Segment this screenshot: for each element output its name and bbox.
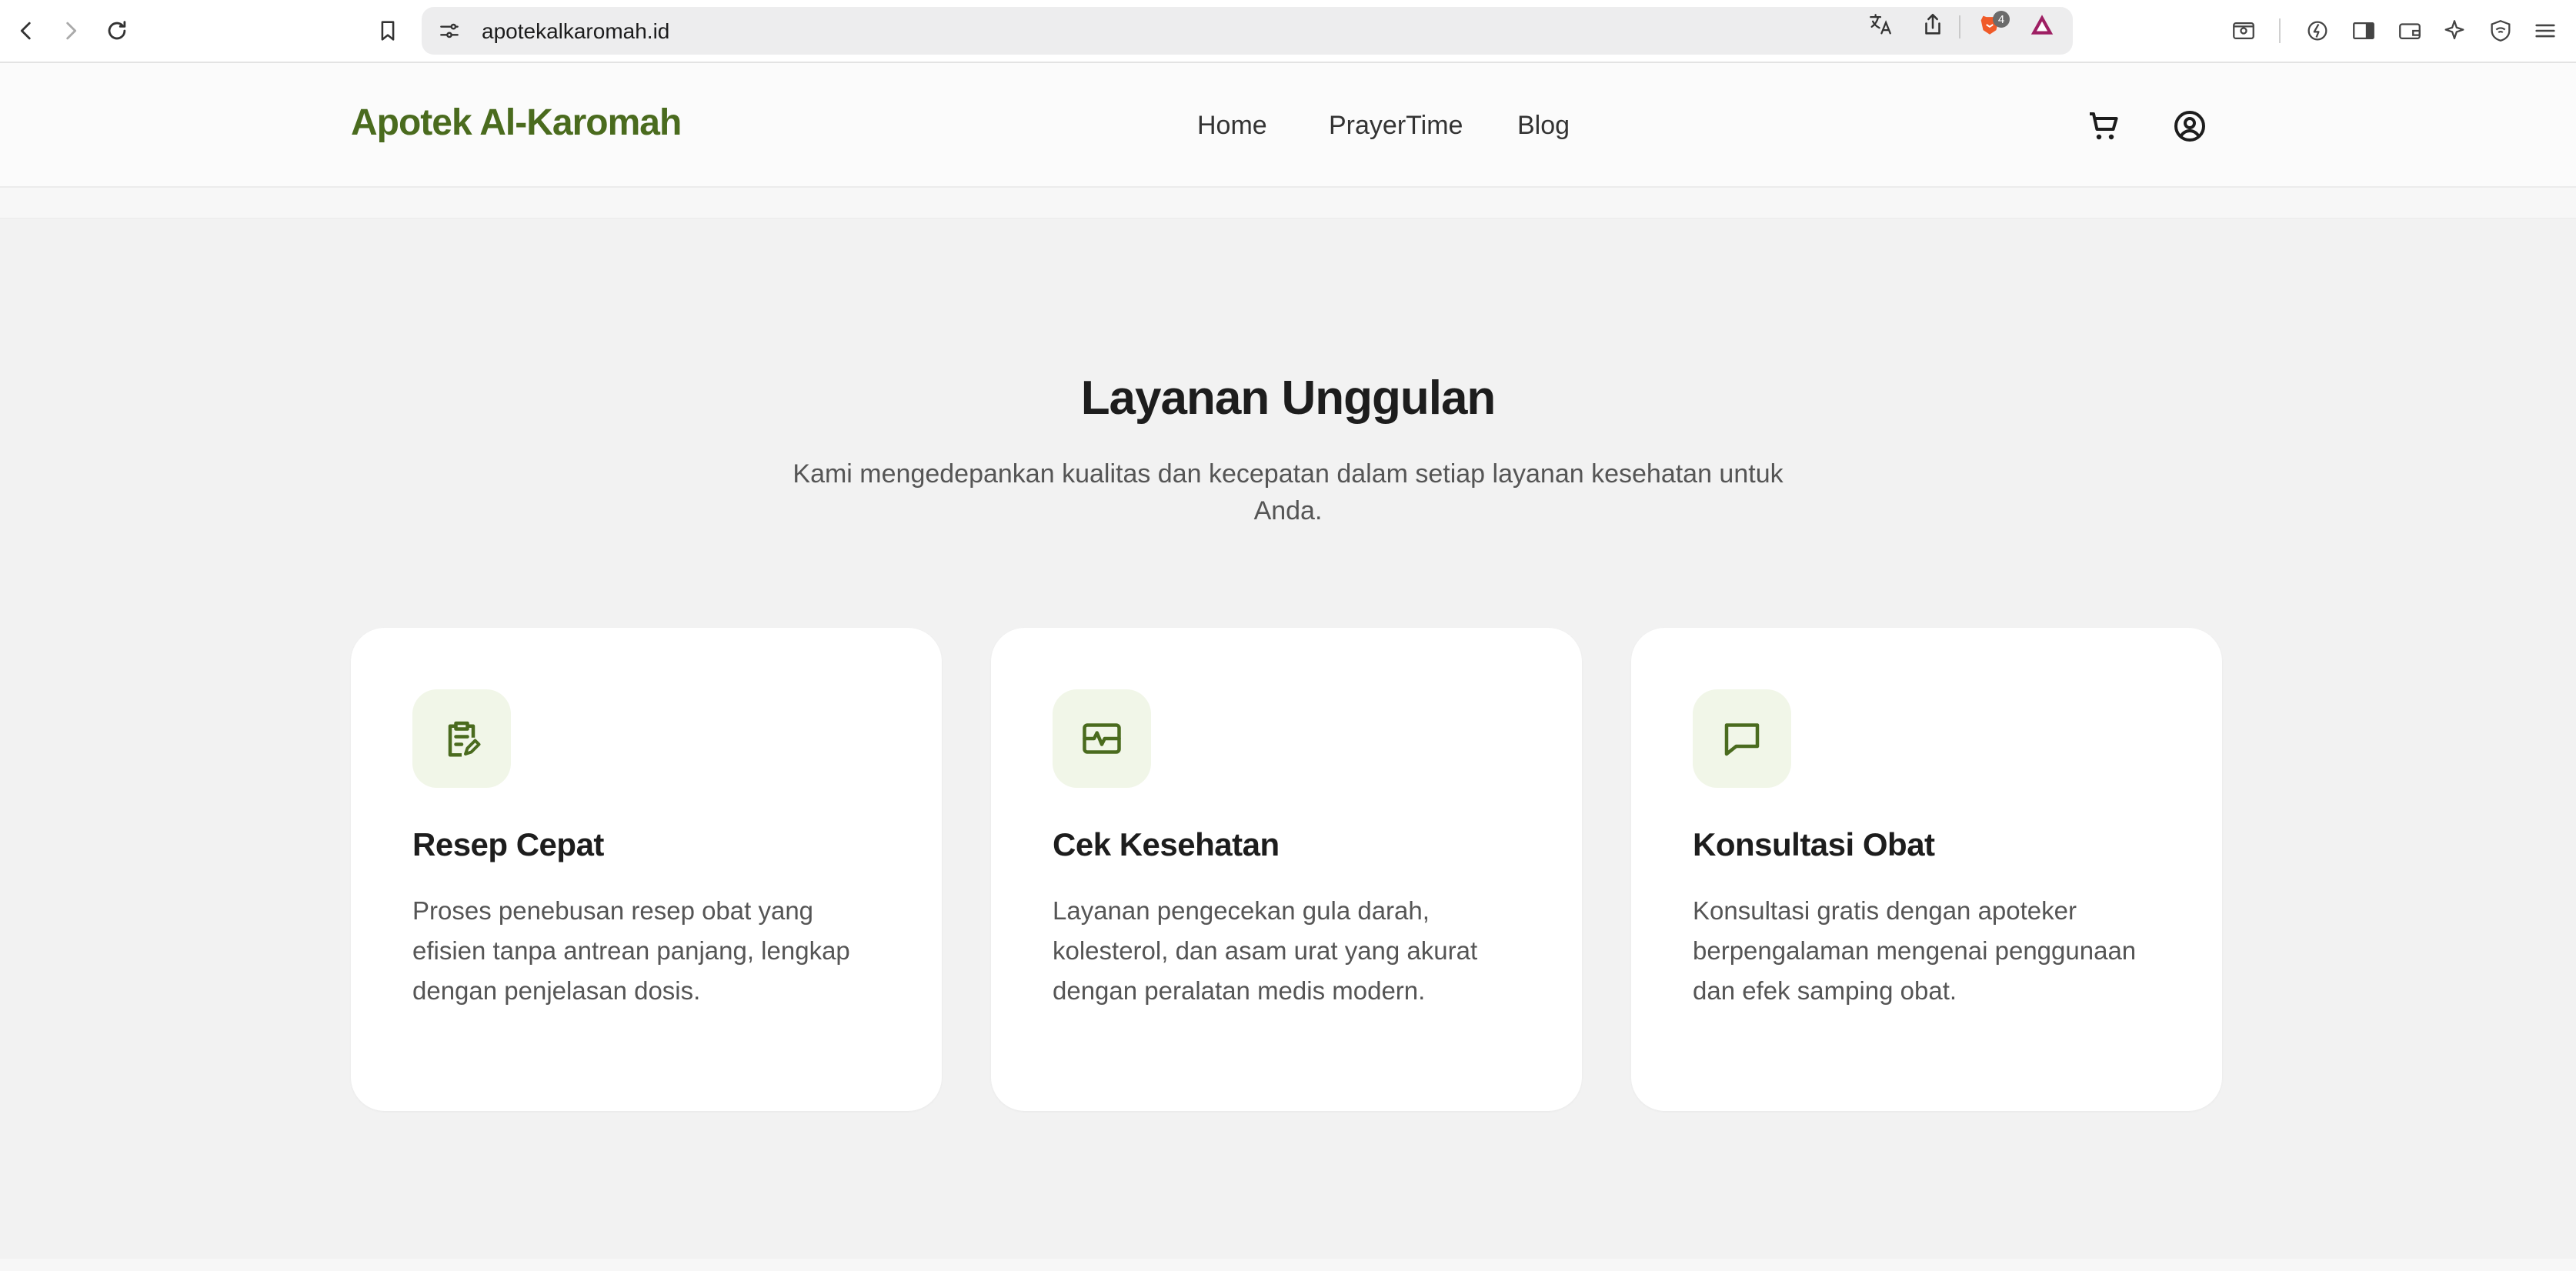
service-card-cek-kesehatan[interactable]: Cek Kesehatan Layanan pengecekan gula da… — [991, 628, 1582, 1111]
hamburger-icon — [2535, 24, 2555, 38]
nav-home[interactable]: Home — [1197, 111, 1267, 141]
url-text[interactable]: apotekalkaromah.id — [482, 19, 669, 44]
section-bottom-edge — [0, 1259, 2576, 1271]
address-divider — [1959, 15, 1960, 38]
translate-icon — [1870, 14, 1891, 35]
chevron-left-icon — [20, 22, 31, 40]
reload-icon — [108, 21, 126, 40]
site-logo[interactable]: Apotek Al-Karomah — [351, 102, 682, 144]
chat-bubble-icon — [1724, 723, 1760, 756]
card-title: Cek Kesehatan — [1053, 826, 1280, 862]
sparkle-icon — [2444, 20, 2464, 40]
lightning-icon — [2307, 21, 2327, 41]
heart-pulse-monitor-icon — [1083, 723, 1121, 754]
reader-icon — [2233, 22, 2254, 40]
nav-blog[interactable]: Blog — [1517, 111, 1570, 141]
back-button[interactable] — [8, 12, 45, 49]
header-divider-strip — [0, 188, 2576, 219]
card-title: Konsultasi Obat — [1693, 826, 1935, 862]
toolbar-divider — [2279, 18, 2281, 43]
bookmark-icon — [381, 21, 395, 41]
card-icon-container — [1693, 689, 1791, 788]
reload-button[interactable] — [98, 12, 135, 49]
site-settings-icon[interactable] — [437, 18, 462, 43]
section-title: Layanan Unggulan — [1080, 372, 1497, 425]
card-title: Resep Cepat — [412, 826, 604, 862]
service-card-konsultasi[interactable]: Konsultasi Obat Konsultasi gratis dengan… — [1631, 628, 2222, 1111]
translate-button[interactable] — [1865, 9, 1896, 40]
speedreader-button[interactable] — [2299, 12, 2336, 49]
rewards-triangle-icon — [2030, 15, 2054, 35]
card-description: Proses penebusan resep obat yang efisien… — [412, 896, 850, 1005]
address-bar[interactable]: apotekalkaromah.id — [422, 7, 2073, 55]
brave-rewards-button[interactable] — [2027, 9, 2057, 40]
card-description: Layanan pengecekan gula darah, kolestero… — [1053, 896, 1478, 1005]
cart-button[interactable] — [2082, 105, 2125, 148]
card-icon-container — [412, 689, 511, 788]
bookmark-button[interactable] — [369, 12, 406, 49]
vpn-button[interactable] — [2482, 12, 2519, 49]
menu-button[interactable] — [2527, 12, 2564, 49]
shopping-cart-icon — [2090, 112, 2118, 140]
sidebar-button[interactable] — [2345, 12, 2382, 49]
account-button[interactable] — [2168, 105, 2211, 148]
leo-ai-button[interactable] — [2436, 12, 2473, 49]
share-button[interactable] — [1917, 9, 1948, 40]
sidebar-icon — [2353, 22, 2374, 40]
shields-count-badge: 4 — [1993, 11, 2010, 28]
nav-prayertime[interactable]: PrayerTime — [1329, 111, 1463, 141]
share-icon — [1925, 13, 1940, 35]
user-circle-icon — [2174, 111, 2205, 142]
site-header: Apotek Al-Karomah Home PrayerTime Blog — [0, 63, 2576, 188]
wallet-icon — [2399, 23, 2421, 40]
browser-toolbar: apotekalkaromah.id 4 — [0, 0, 2576, 63]
shield-wifi-icon — [2491, 20, 2511, 42]
service-card-resep[interactable]: Resep Cepat Proses penebusan resep obat … — [351, 628, 942, 1111]
section-subtitle: Kami mengedepankan kualitas dan kecepata… — [792, 459, 1784, 525]
wallet-button[interactable] — [2391, 12, 2428, 49]
card-icon-container — [1053, 689, 1151, 788]
chevron-right-icon — [66, 22, 77, 40]
forward-button[interactable] — [52, 12, 89, 49]
reader-mode-button[interactable] — [2225, 12, 2262, 49]
card-description: Konsultasi gratis dengan apoteker berpen… — [1693, 896, 2137, 1005]
clipboard-edit-icon — [448, 721, 481, 757]
